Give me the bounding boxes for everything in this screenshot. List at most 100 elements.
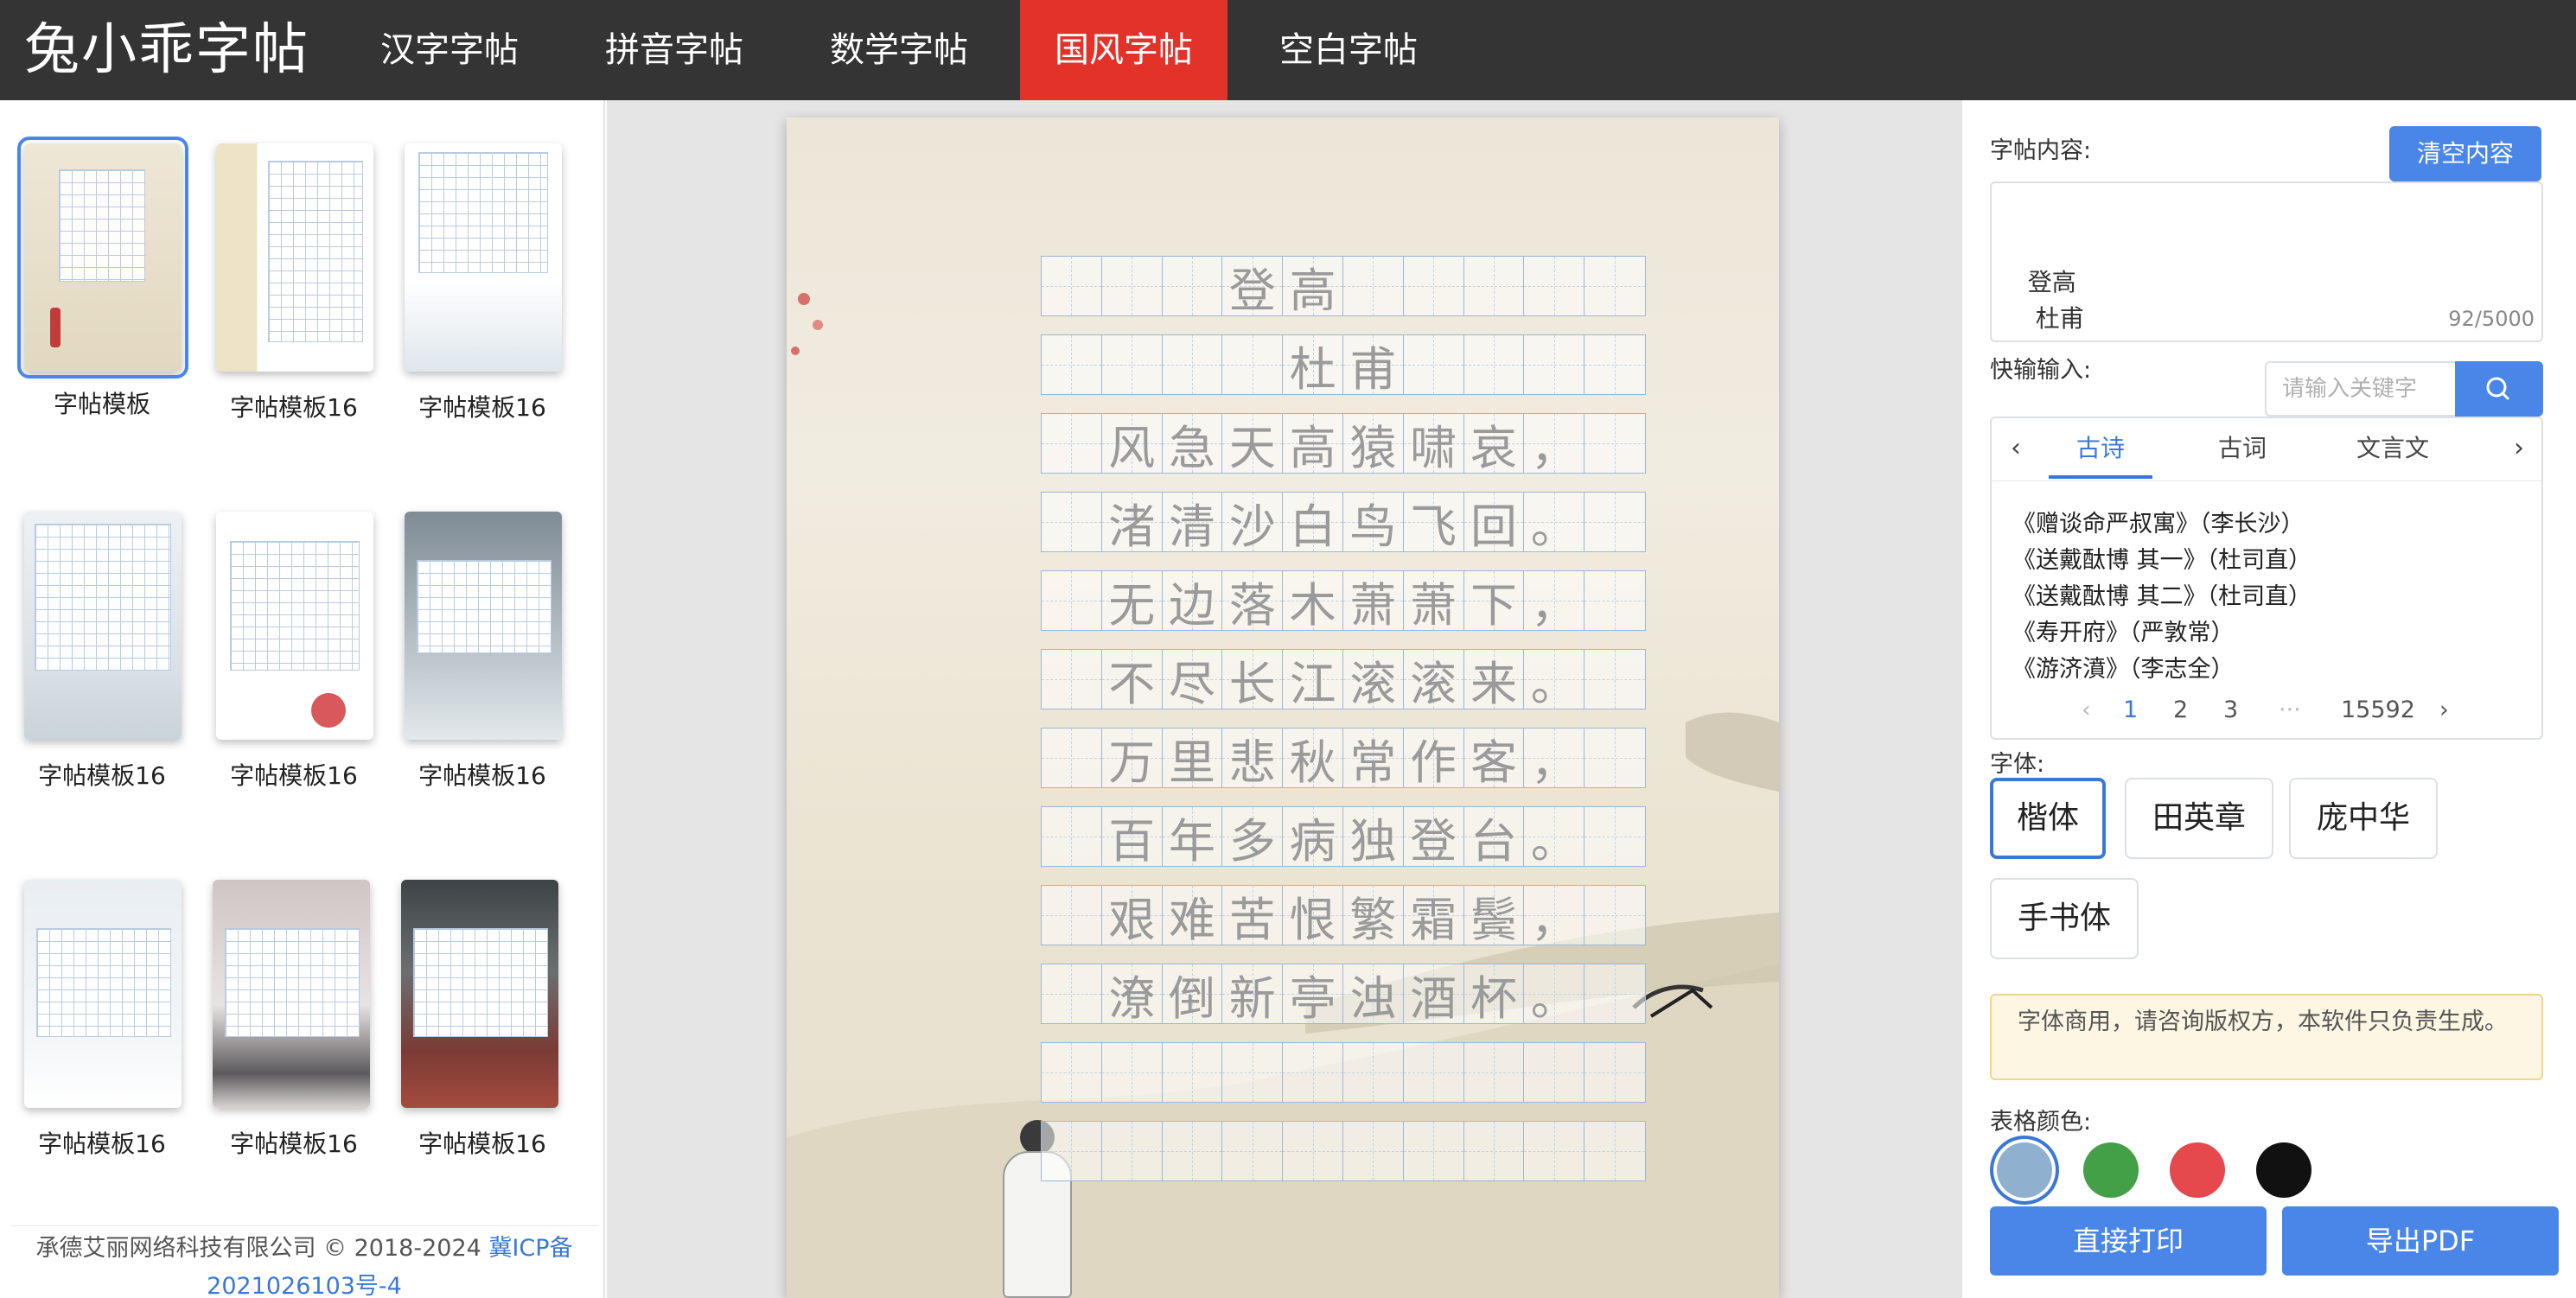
writing-cell [1162,1043,1223,1102]
writing-row: 杜甫 [1041,334,1646,397]
cell-char: 高 [1289,263,1336,318]
cell-char: 多 [1228,813,1276,869]
nav-hanzi[interactable]: 汉字字帖 [346,0,553,100]
font-tianyingzhang-button[interactable]: 田英章 [2125,778,2273,859]
tab-wenyanwen[interactable]: 文言文 [2324,418,2462,479]
writing-cell [1463,1122,1525,1180]
poem-item[interactable]: 《送戴酞博 其一》（杜司直） [2012,541,2311,575]
writing-cell: 独 [1342,807,1404,869]
page-1[interactable]: 1 [2123,697,2138,723]
search-button[interactable] [2455,361,2543,417]
cell-char: 萧 [1410,577,1457,633]
nav-guofeng[interactable]: 国风字帖 [1020,0,1227,100]
worksheet-paper: 登高杜甫风急天高猿啸哀，渚清沙白鸟飞回。无边落木萧萧下，不尽长江滚滚来。万里悲秋… [787,118,1779,1298]
writing-cell: 百 [1101,807,1163,869]
page-last[interactable]: 15592 [2341,697,2415,723]
cell-char: 繁 [1349,892,1397,947]
writing-cell: 。 [1524,807,1585,869]
font-kaiti-button[interactable]: 楷体 [1990,778,2106,859]
writing-cell: 恨 [1283,886,1343,947]
writing-cell [1042,414,1102,473]
poem-item[interactable]: 《送戴酞博 其二》（杜司直） [2012,577,2311,611]
writing-cell: 里 [1162,729,1223,790]
cell-char: 。 [1530,813,1578,869]
writing-cell [1584,650,1645,709]
writing-cell: ， [1524,729,1585,790]
tab-gushi[interactable]: 古诗 [2049,418,2152,479]
export-pdf-button[interactable]: 导出PDF [2282,1206,2559,1276]
template-thumb-6[interactable] [405,512,562,740]
grid-color-swatch[interactable] [2170,1142,2225,1198]
cell-char: 下 [1470,577,1517,633]
cell-char: 倒 [1168,970,1215,1026]
font-shoushuti-button[interactable]: 手书体 [1990,878,2139,959]
page-ellipsis[interactable]: ··· [2279,697,2301,723]
writing-cell [1584,807,1645,866]
writing-cell: 啸 [1403,414,1464,475]
content-text: 登高 杜甫 风急天高猿啸哀， 渚清沙白鸟飞回。 [2027,268,2084,333]
writing-cell [1584,1122,1645,1180]
template-grid-preview [225,928,360,1037]
template-grid-preview [413,928,548,1037]
cell-char: 江 [1289,656,1336,711]
clear-content-button[interactable]: 清空内容 [2389,126,2541,181]
writing-cell [1584,414,1645,473]
tabs-prev-arrow-icon[interactable]: ‹ [1999,418,2033,479]
grid-color-swatch[interactable] [2256,1142,2311,1198]
cell-char: 。 [1530,656,1578,711]
cell-char: 万 [1108,735,1156,790]
writing-cell: 多 [1222,807,1284,869]
nav-pinyin[interactable]: 拼音字帖 [571,0,778,100]
writing-cell [1162,1122,1223,1180]
page-next-icon[interactable]: › [2439,697,2449,723]
grid-color-swatch[interactable] [1997,1142,2052,1198]
writing-cell [1162,335,1223,394]
writing-cell: ， [1524,414,1585,475]
keyword-search-input[interactable] [2265,361,2455,417]
app-logo[interactable]: 兔小乖字帖 [24,16,309,85]
nav-math[interactable]: 数学字帖 [795,0,1003,100]
poem-item[interactable]: 《游济濆》（李志全） [2012,650,2235,684]
poem-item[interactable]: 《赠谈命严叔寓》（李长沙） [2012,505,2305,538]
template-thumb-7[interactable] [24,880,182,1108]
page-prev-icon[interactable]: ‹ [2082,697,2091,723]
page-3[interactable]: 3 [2223,697,2238,723]
template-grid-preview [35,524,171,671]
tab-guci[interactable]: 古词 [2190,418,2294,479]
page-2[interactable]: 2 [2173,697,2188,723]
nav-blank[interactable]: 空白字帖 [1245,0,1452,100]
print-button[interactable]: 直接打印 [1990,1206,2267,1276]
poem-item[interactable]: 《寿开府》（严敦常） [2012,614,2235,647]
writing-cell: 渚 [1101,493,1163,554]
cell-char: 无 [1108,577,1156,633]
writing-row: 不尽长江滚滚来。 [1041,649,1646,711]
template-thumb-2[interactable] [216,143,373,372]
template-thumb-9[interactable] [401,880,558,1108]
template-thumb-3[interactable] [405,143,562,372]
writing-cell [1524,335,1585,394]
grid-color-swatch[interactable] [2083,1142,2139,1198]
icp-prefix: 冀ICP备 [488,1235,573,1262]
font-pangzhonghua-button[interactable]: 庞中华 [2289,778,2438,859]
writing-cell [1042,571,1102,630]
writing-cell: 萧 [1403,571,1464,633]
content-textarea[interactable]: 登高 杜甫 风急天高猿啸哀， 渚清沙白鸟飞回。 92/5000 [1990,181,2543,342]
cell-char: 潦 [1108,970,1156,1026]
writing-cell [1463,335,1525,394]
template-thumb-1[interactable] [17,137,188,379]
writing-cell: 登 [1403,807,1464,869]
template-thumb-8[interactable] [213,880,370,1108]
writing-cell: 苦 [1222,886,1284,947]
template-thumb-4[interactable] [24,512,182,740]
template-grid-preview [36,928,171,1037]
writing-cell [1584,493,1645,551]
font-label: 字体: [1990,751,2045,778]
template-thumb-5[interactable] [216,512,373,740]
cell-char: 秋 [1289,735,1336,790]
content-label: 字帖内容: [1990,137,2092,164]
cell-char: 鬓 [1470,892,1517,947]
top-navigation-bar: 兔小乖字帖 汉字字帖 拼音字帖 数学字帖 国风字帖 空白字帖 [0,0,2576,100]
writing-cell: 。 [1524,493,1585,554]
tabs-next-arrow-icon[interactable]: › [2502,418,2536,479]
writing-cell: ， [1524,886,1585,947]
